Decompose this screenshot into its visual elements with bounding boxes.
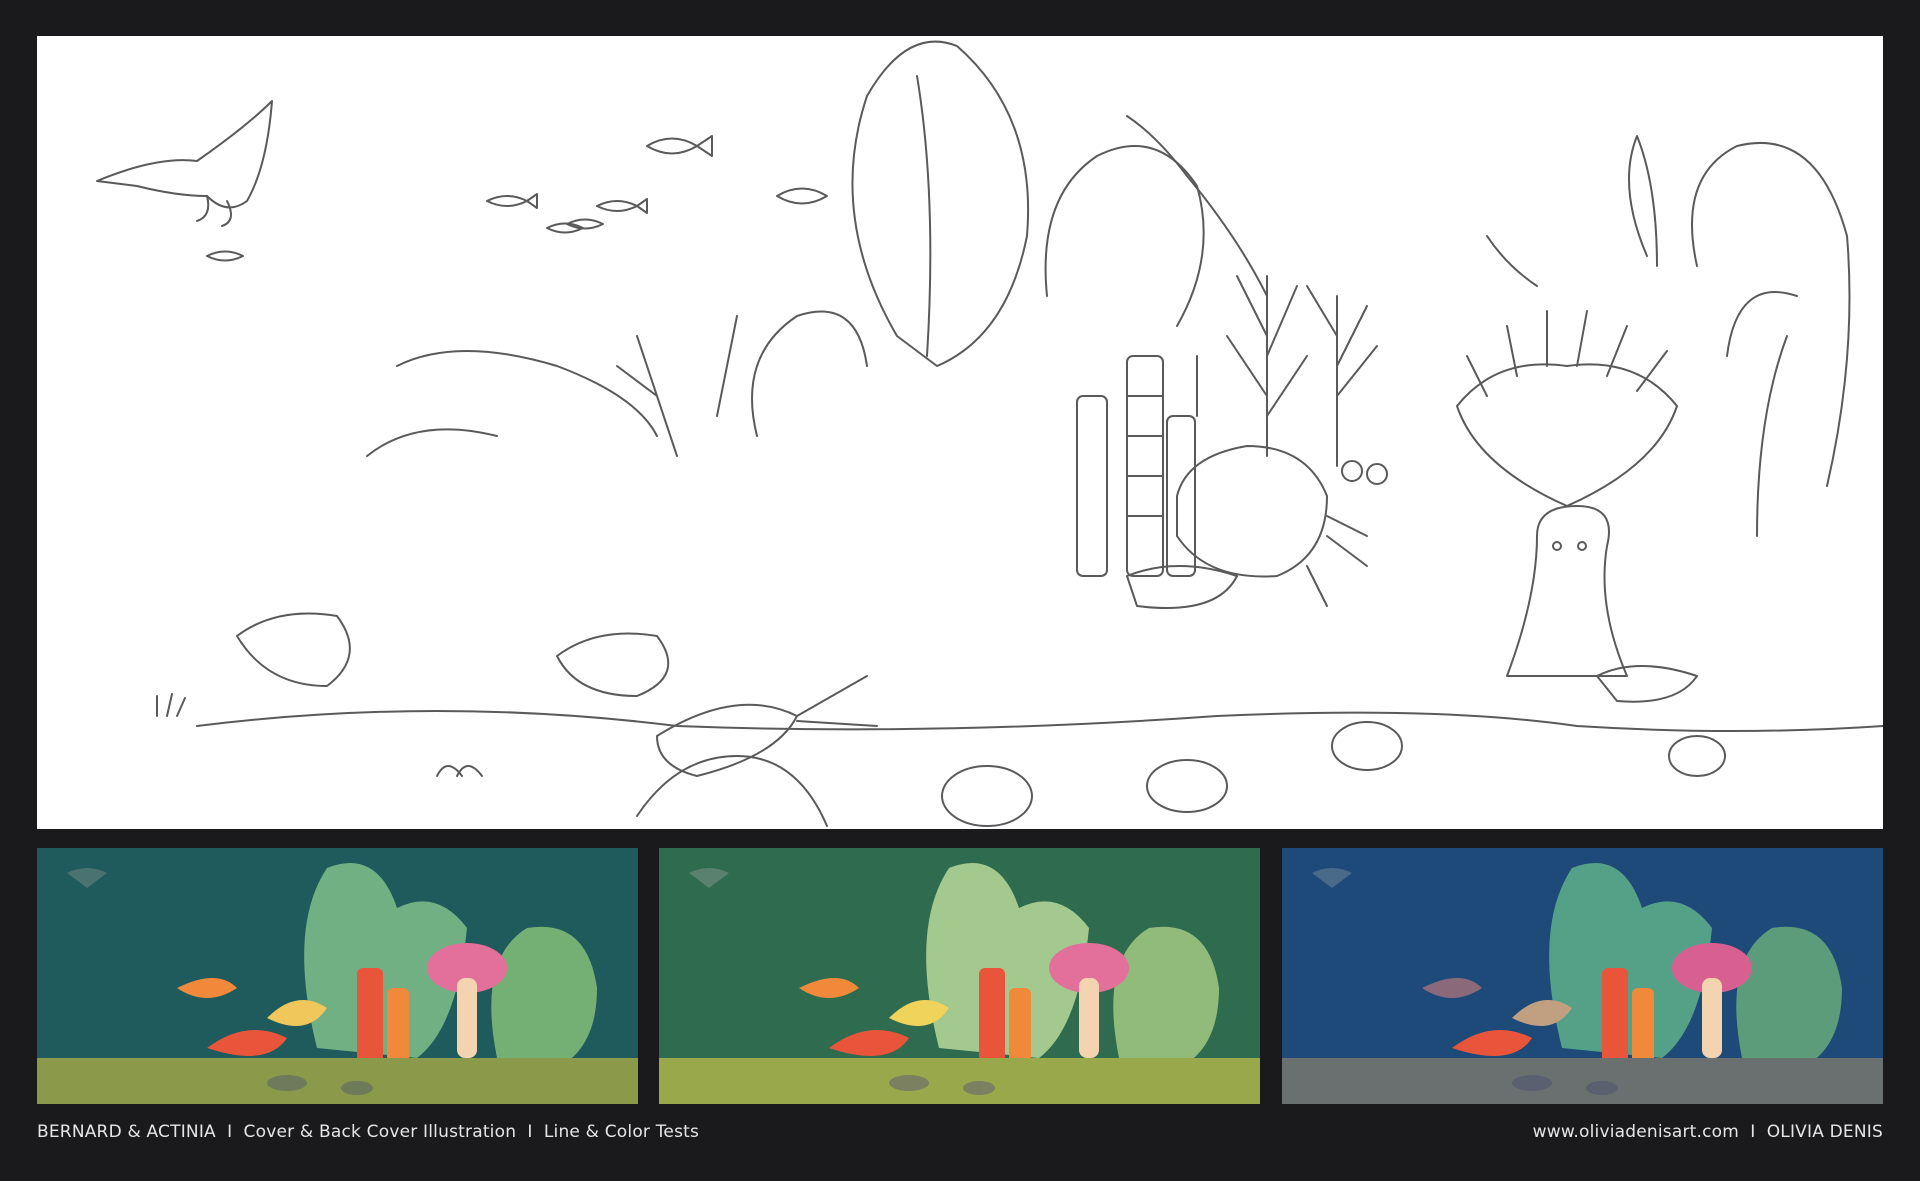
hermit-crab-sketch [1176, 445, 1388, 607]
color-test-blue [1282, 848, 1883, 1104]
kelp-leaves-sketch [366, 40, 1268, 457]
separator: I [527, 1122, 533, 1142]
manta-ray-sketch [96, 100, 273, 227]
coral-branches-sketch [616, 275, 1378, 467]
footer-caption-right: www.oliviadenisart.com I OLIVIA DENIS [1533, 1122, 1883, 1146]
website-link[interactable]: www.oliviadenisart.com [1533, 1122, 1739, 1142]
footer-caption-left: BERNARD & ACTINIA I Cover & Back Cover I… [37, 1122, 699, 1146]
line-art-illustration [96, 40, 1883, 827]
color-test-teal [37, 848, 638, 1104]
color-test-teal-illustration [37, 848, 638, 1104]
separator: I [1750, 1122, 1756, 1142]
color-test-blue-illustration [1282, 848, 1883, 1104]
seafloor-sketch [156, 565, 1883, 827]
anemone-sketch [1456, 310, 1678, 677]
line-art-panel [37, 36, 1883, 829]
right-kelp-sketch [1486, 135, 1851, 537]
project-title: BERNARD & ACTINIA [37, 1122, 216, 1142]
artist-name: OLIVIA DENIS [1766, 1122, 1883, 1142]
color-test-green-illustration [659, 848, 1260, 1104]
fish-school-sketch [206, 135, 828, 262]
tube-sponges-sketch [1076, 355, 1196, 577]
project-subtitle: Line & Color Tests [543, 1122, 700, 1142]
project-description: Cover & Back Cover Illustration [243, 1122, 517, 1142]
color-test-green [659, 848, 1260, 1104]
separator: I [227, 1122, 233, 1142]
